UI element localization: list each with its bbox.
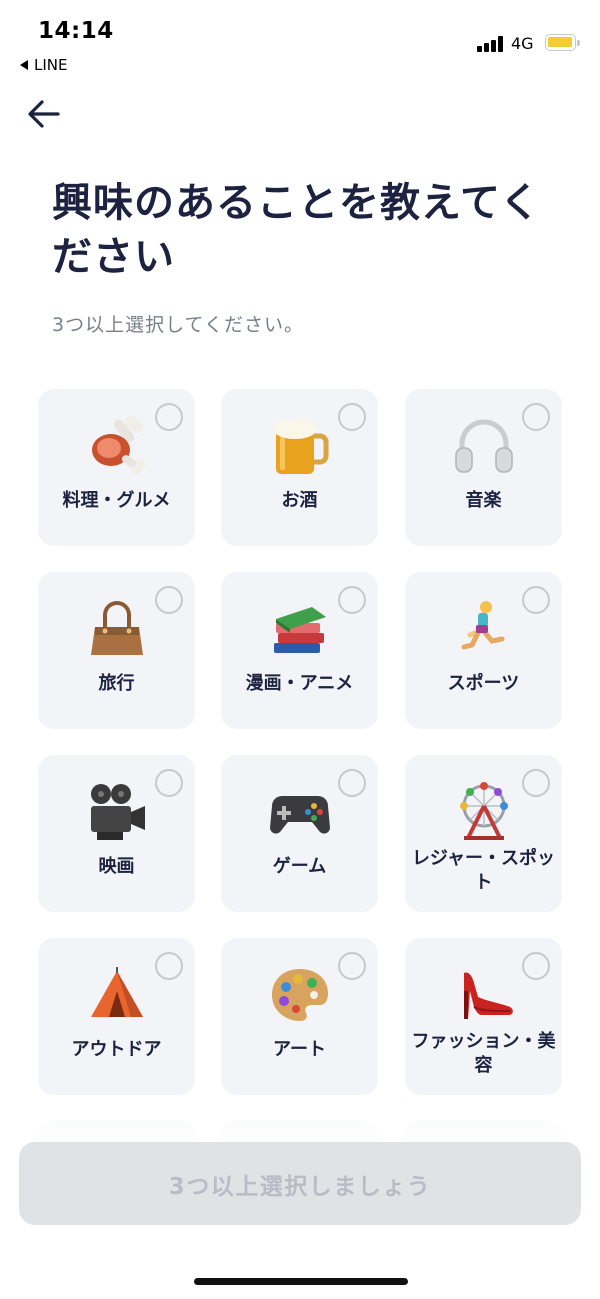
select-circle[interactable]: [522, 952, 550, 980]
page-title: 興味のあることを教えてください: [52, 180, 541, 280]
interest-tile-travel[interactable]: 旅行: [38, 572, 195, 729]
tent-icon: [82, 960, 152, 1030]
back-to-app-link[interactable]: LINE: [20, 56, 67, 74]
handbag-icon: [82, 594, 152, 664]
interest-label: お酒: [281, 490, 318, 511]
cellular-signal-icon: [477, 36, 505, 52]
network-type: 4G: [511, 34, 534, 53]
select-circle[interactable]: [338, 769, 366, 797]
submit-button[interactable]: 3つ以上選択しましょう: [19, 1142, 581, 1225]
select-circle[interactable]: [155, 403, 183, 431]
artist-palette-icon: [265, 960, 335, 1030]
interest-label: 漫画・アニメ: [245, 673, 354, 694]
interest-label: 音楽: [465, 490, 502, 511]
high-heel-icon: [449, 960, 519, 1030]
interest-tile-sports[interactable]: スポーツ: [405, 572, 562, 729]
movie-camera-icon: [82, 777, 152, 847]
interest-label: ファッション・美容: [411, 1031, 556, 1076]
select-circle[interactable]: [338, 586, 366, 614]
interest-tile-games[interactable]: ゲーム: [221, 755, 378, 912]
beer-mug-icon: [265, 411, 335, 481]
page-subtitle: 3つ以上選択してください。: [52, 314, 304, 336]
interest-tile-fashion[interactable]: ファッション・美容: [405, 938, 562, 1095]
interest-label: 旅行: [98, 673, 135, 694]
interest-label: スポーツ: [447, 673, 520, 694]
select-circle[interactable]: [338, 952, 366, 980]
battery-icon: [545, 34, 580, 51]
back-arrow-icon[interactable]: [24, 94, 64, 134]
interest-tile-music[interactable]: 音楽: [405, 389, 562, 546]
status-time: 14:14: [38, 18, 114, 44]
back-app-label: LINE: [34, 56, 68, 74]
interest-label: 映画: [98, 856, 135, 877]
headphones-icon: [449, 411, 519, 481]
back-triangle-icon: [20, 60, 28, 70]
books-icon: [265, 594, 335, 664]
interest-label: 料理・グルメ: [62, 490, 171, 511]
home-indicator: [194, 1278, 408, 1285]
runner-icon: [449, 594, 519, 664]
select-circle[interactable]: [338, 403, 366, 431]
select-circle[interactable]: [155, 952, 183, 980]
select-circle[interactable]: [522, 769, 550, 797]
interest-label: アート: [273, 1039, 326, 1060]
select-circle[interactable]: [155, 586, 183, 614]
game-controller-icon: [265, 777, 335, 847]
interest-tile-manga[interactable]: 漫画・アニメ: [221, 572, 378, 729]
interest-label: レジャー・スポット: [411, 848, 556, 893]
meat-on-bone-icon: [82, 411, 152, 481]
ferris-wheel-icon: [449, 777, 519, 847]
select-circle[interactable]: [155, 769, 183, 797]
interest-label: ゲーム: [272, 856, 327, 877]
interest-tile-food[interactable]: 料理・グルメ: [38, 389, 195, 546]
select-circle[interactable]: [522, 403, 550, 431]
interest-tile-outdoor[interactable]: アウトドア: [38, 938, 195, 1095]
status-bar: 14:14 LINE 4G: [0, 0, 600, 80]
interest-tile-art[interactable]: アート: [221, 938, 378, 1095]
interest-tile-alcohol[interactable]: お酒: [221, 389, 378, 546]
interest-tile-leisure[interactable]: レジャー・スポット: [405, 755, 562, 912]
interest-tile-movies[interactable]: 映画: [38, 755, 195, 912]
interest-label: アウトドア: [71, 1039, 162, 1060]
select-circle[interactable]: [522, 586, 550, 614]
